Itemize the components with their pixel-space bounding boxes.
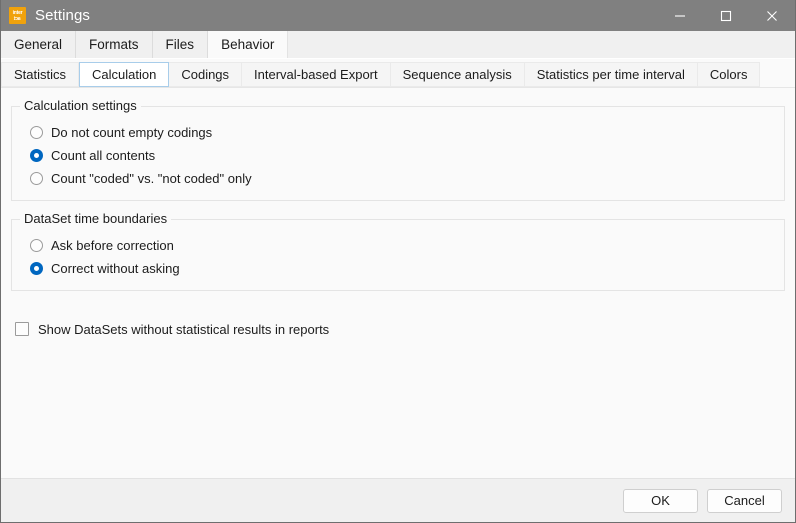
minimize-icon (675, 14, 685, 17)
option-correct-without-asking-label: Correct without asking (51, 261, 180, 276)
tab-general-label: General (14, 37, 63, 52)
tab-calculation-label: Calculation (92, 66, 157, 82)
option-correct-without-asking[interactable]: Correct without asking (24, 257, 772, 280)
window-controls (657, 0, 795, 31)
maximize-button[interactable] (703, 0, 749, 31)
radio-count-all-contents[interactable] (30, 149, 43, 162)
close-button[interactable] (749, 0, 795, 31)
tab-interval-based-export-label: Interval-based Export (254, 66, 378, 82)
option-ask-before-correction[interactable]: Ask before correction (24, 234, 772, 257)
option-count-coded-vs-not-coded[interactable]: Count "coded" vs. "not coded" only (24, 167, 772, 190)
tab-behavior-label: Behavior (221, 37, 275, 52)
tab-sequence-analysis[interactable]: Sequence analysis (390, 61, 525, 87)
interact-app-icon: inter act (9, 7, 26, 24)
tab-codings[interactable]: Codings (169, 61, 243, 87)
tab-files[interactable]: Files (152, 31, 209, 58)
settings-window: inter act Settings General Formats Files… (0, 0, 796, 523)
option-do-not-count-empty-codings[interactable]: Do not count empty codings (24, 121, 772, 144)
tab-files-label: Files (165, 37, 195, 52)
inner-tab-strip: Statistics Calculation Codings Interval-… (1, 59, 795, 87)
option-ask-before-correction-label: Ask before correction (51, 238, 174, 253)
radio-count-coded-vs-not-coded[interactable] (30, 172, 43, 185)
dialog-footer: OK Cancel (1, 478, 795, 522)
radio-do-not-count-empty-codings[interactable] (30, 126, 43, 139)
inner-tab-filler (760, 62, 795, 87)
tab-general[interactable]: General (1, 31, 77, 58)
tab-statistics-label: Statistics (14, 66, 67, 82)
outer-tab-filler (288, 31, 795, 58)
tab-formats-label: Formats (89, 37, 139, 52)
checkbox-show-datasets-without-results-label: Show DataSets without statistical result… (38, 321, 330, 337)
maximize-icon (720, 10, 732, 21)
settings-content: Calculation settings Do not count empty … (1, 88, 795, 478)
tab-behavior[interactable]: Behavior (208, 31, 289, 58)
cancel-button[interactable]: Cancel (707, 488, 782, 513)
tab-statistics[interactable]: Statistics (1, 61, 80, 87)
option-count-all-contents-label: Count all contents (51, 148, 156, 163)
dataset-time-boundaries-group: DataSet time boundaries Ask before corre… (11, 211, 785, 291)
calculation-settings-group: Calculation settings Do not count empty … (11, 98, 785, 201)
app-icon-text-bottom: act (14, 15, 21, 22)
title-bar: inter act Settings (1, 0, 795, 31)
tab-codings-label: Codings (181, 66, 230, 82)
radio-ask-before-correction[interactable] (30, 239, 43, 252)
calculation-settings-title: Calculation settings (20, 98, 141, 113)
tab-sequence-analysis-label: Sequence analysis (402, 66, 512, 82)
tab-interval-based-export[interactable]: Interval-based Export (242, 61, 391, 87)
tab-formats[interactable]: Formats (76, 31, 153, 58)
checkbox-show-datasets-without-results[interactable] (15, 322, 29, 336)
tab-calculation[interactable]: Calculation (79, 61, 170, 87)
option-count-coded-vs-not-coded-label: Count "coded" vs. "not coded" only (51, 171, 252, 186)
tab-colors[interactable]: Colors (697, 61, 761, 87)
option-count-all-contents[interactable]: Count all contents (24, 144, 772, 167)
tab-statistics-per-time-interval[interactable]: Statistics per time interval (524, 61, 698, 87)
dataset-time-boundaries-title: DataSet time boundaries (20, 211, 172, 226)
tab-colors-label: Colors (709, 66, 748, 82)
outer-tab-strip: General Formats Files Behavior (1, 31, 795, 59)
window-title: Settings (35, 7, 90, 24)
radio-correct-without-asking[interactable] (30, 262, 43, 275)
show-datasets-without-results-row[interactable]: Show DataSets without statistical result… (11, 319, 785, 339)
option-do-not-count-empty-codings-label: Do not count empty codings (51, 125, 213, 140)
ok-button[interactable]: OK (623, 488, 698, 513)
minimize-button[interactable] (657, 0, 703, 31)
close-icon (767, 10, 777, 21)
tab-statistics-per-time-interval-label: Statistics per time interval (536, 66, 685, 82)
